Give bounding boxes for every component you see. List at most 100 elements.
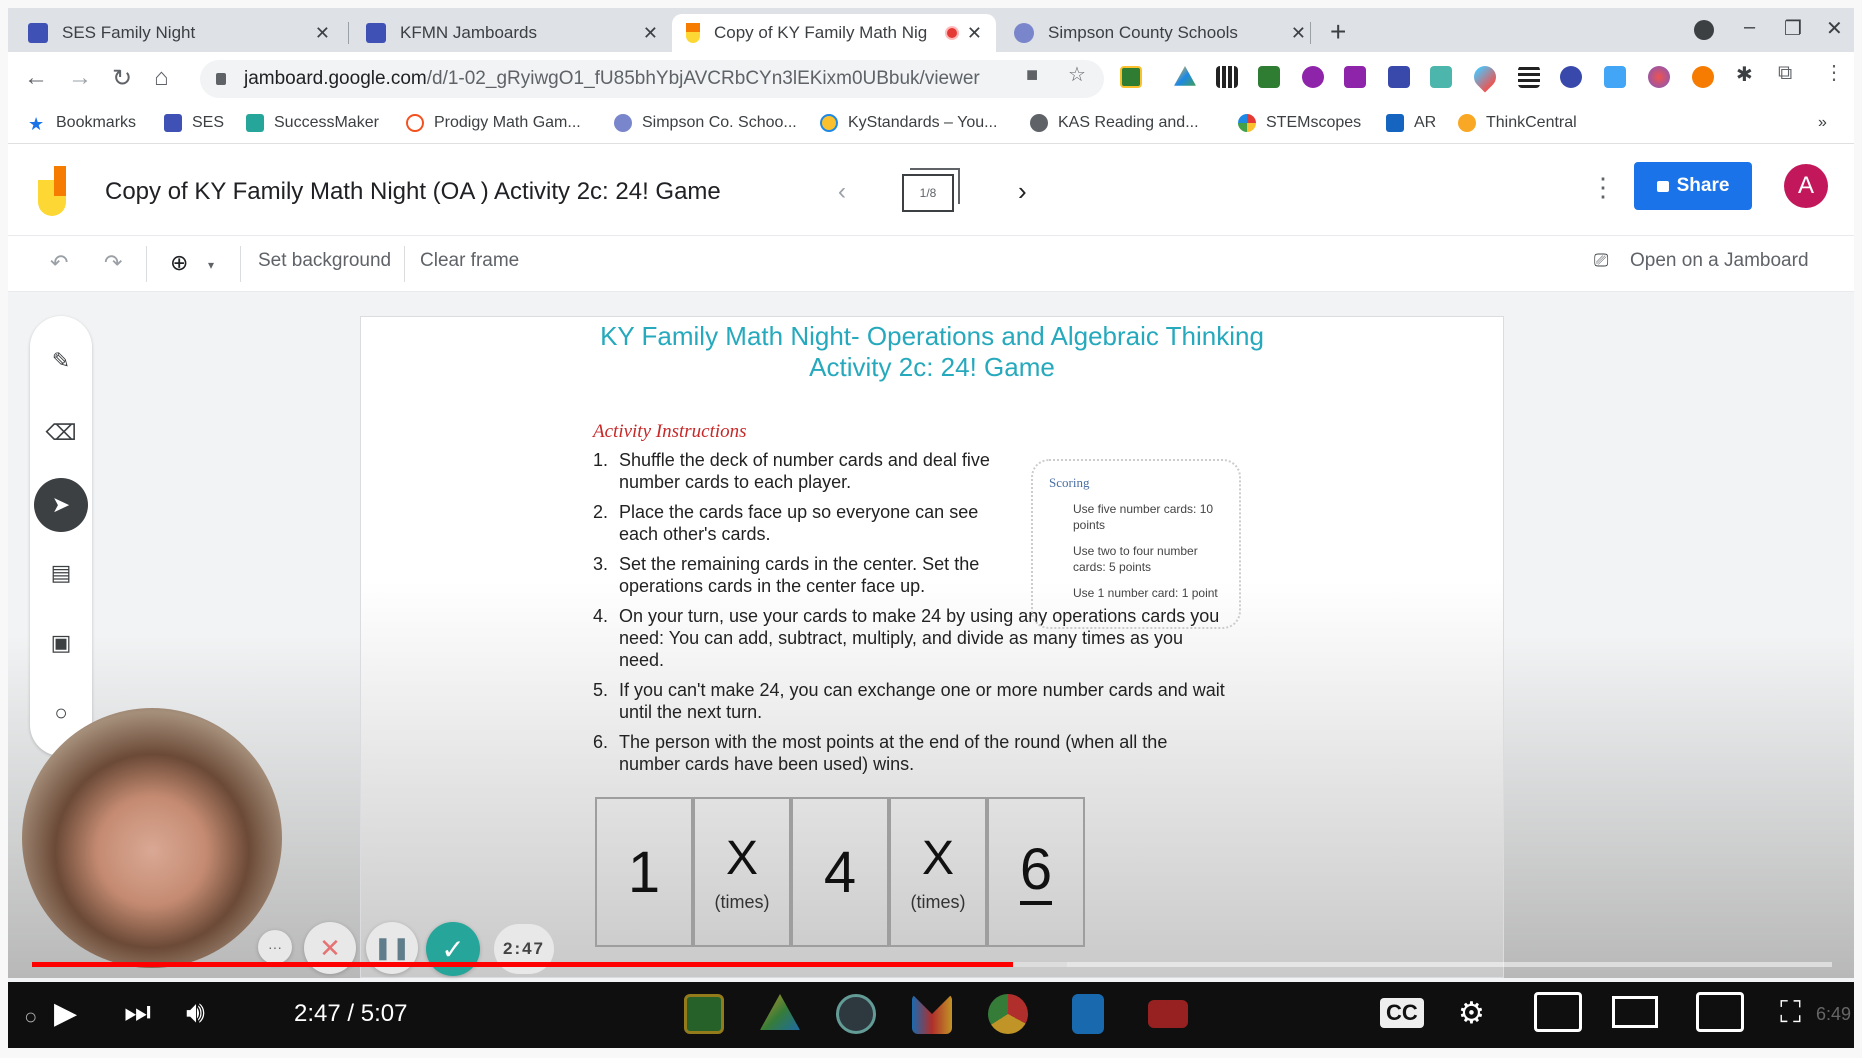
screen: SES Family Night ✕ KFMN Jamboards ✕ Copy… <box>8 8 1854 1048</box>
theater-mode-button[interactable] <box>1612 996 1658 1028</box>
bitmoji-extension-icon[interactable] <box>1302 66 1324 88</box>
bookmark-item[interactable]: ★ Bookmarks <box>28 114 136 134</box>
gmail-app-icon[interactable] <box>912 994 952 1034</box>
bookmark-star-icon[interactable]: ☆ <box>1068 62 1086 87</box>
undo-icon[interactable]: ↶ <box>50 250 68 276</box>
miniplayer-button[interactable] <box>1534 992 1582 1032</box>
webcam-bubble[interactable] <box>22 708 282 968</box>
close-icon[interactable]: ✕ <box>643 23 658 44</box>
burst-extension-icon[interactable] <box>1648 66 1670 88</box>
bookmark-item[interactable]: ThinkCentral <box>1458 114 1577 132</box>
resize-extension-icon[interactable] <box>1604 66 1626 88</box>
bookmark-item[interactable]: SuccessMaker <box>246 114 379 132</box>
screencastify-extension-icon[interactable] <box>1344 66 1366 88</box>
captions-button[interactable]: CC <box>1380 998 1424 1028</box>
bookmark-item[interactable]: STEMscopes <box>1238 114 1361 132</box>
jamboard-canvas: ✎ ⌫ ➤ ▤ ▣ ○ KY Family Math Night- Operat… <box>8 292 1854 978</box>
mote-extension-icon[interactable] <box>1430 66 1452 88</box>
volume-icon[interactable]: 🔊︎ <box>186 996 205 1030</box>
account-avatar[interactable]: A <box>1784 164 1828 208</box>
new-tab-button[interactable]: + <box>1330 16 1346 48</box>
google-classroom-extension-icon[interactable] <box>1120 66 1142 88</box>
previous-frame-button[interactable]: ‹ <box>838 178 846 206</box>
grid-extension-icon[interactable] <box>1518 66 1540 88</box>
next-frame-button[interactable]: › <box>1018 176 1027 207</box>
prodigy-icon <box>406 114 424 132</box>
select-tool-icon[interactable]: ➤ <box>34 478 88 532</box>
c-extension-icon[interactable] <box>1388 66 1410 88</box>
close-icon[interactable]: ✕ <box>315 23 330 44</box>
camera-icon[interactable]: ■ <box>1026 64 1038 87</box>
schoology-app-icon[interactable] <box>836 994 876 1034</box>
redo-icon[interactable]: ↷ <box>104 250 122 276</box>
plus-extension-icon[interactable] <box>1692 66 1714 88</box>
extensions-puzzle-icon[interactable]: ✱ <box>1736 62 1753 87</box>
tab-divider <box>348 22 349 44</box>
open-on-jamboard-icon[interactable]: ⎚ <box>1594 250 1608 271</box>
close-icon[interactable]: ✕ <box>1291 23 1306 44</box>
google-sites-icon <box>164 114 182 132</box>
jam-frame[interactable]: KY Family Math Night- Operations and Alg… <box>360 316 1504 978</box>
zoom-dropdown-icon[interactable]: ▾ <box>208 258 214 272</box>
cast-icon[interactable]: ⧉ <box>1778 62 1792 85</box>
bookmarks-overflow-button[interactable]: » <box>1818 114 1827 132</box>
clear-frame-button[interactable]: Clear frame <box>420 250 519 272</box>
sticky-note-tool-icon[interactable]: ▤ <box>40 552 82 594</box>
tab-simpson-county-schools[interactable]: Simpson County Schools ✕ <box>1000 14 1320 52</box>
launcher-icon[interactable]: ○ <box>24 1004 37 1030</box>
bookmark-item[interactable]: Simpson Co. Schoo... <box>614 114 797 132</box>
more-options-icon[interactable]: ⋮ <box>1590 172 1616 203</box>
bookmark-item[interactable]: KAS Reading and... <box>1030 114 1199 132</box>
google-drive-extension-icon[interactable] <box>1174 66 1196 86</box>
address-bar[interactable]: jamboard.google.com/d/1-02_gRyiwgO1_fU85… <box>200 60 1104 98</box>
tab-jamboard-active[interactable]: Copy of KY Family Math Nig ✕ <box>672 14 996 52</box>
school-logo-icon <box>614 114 632 132</box>
open-on-jamboard-button[interactable]: Open on a Jamboard <box>1630 250 1809 272</box>
google-drive-app-icon[interactable] <box>760 994 800 1030</box>
google-classroom-app-icon[interactable] <box>684 994 724 1034</box>
restore-button[interactable]: ❐ <box>1784 16 1802 41</box>
youtube-app-icon[interactable] <box>1148 1000 1188 1028</box>
tab-divider <box>1310 22 1311 44</box>
heart-extension-icon[interactable] <box>1469 61 1501 93</box>
number-card: 1 <box>595 797 693 947</box>
forward-button[interactable]: → <box>68 64 92 92</box>
profile-menu-icon[interactable] <box>1694 20 1714 40</box>
back-button[interactable]: ← <box>24 64 48 92</box>
google-docs-app-icon[interactable] <box>1072 994 1104 1034</box>
close-window-button[interactable]: ✕ <box>1826 16 1843 41</box>
minimize-button[interactable]: ‒ <box>1744 16 1755 39</box>
image-tool-icon[interactable]: ▣ <box>40 622 82 664</box>
play-button[interactable]: ▶ <box>54 996 77 1031</box>
frame-title-line2: Activity 2c: 24! Game <box>809 352 1055 382</box>
bookmark-item[interactable]: SES <box>164 114 224 132</box>
tab-ses-family-night[interactable]: SES Family Night ✕ <box>14 14 344 52</box>
cast-icon[interactable] <box>1696 992 1744 1032</box>
chrome-app-icon[interactable] <box>988 994 1028 1034</box>
recorder-more-button[interactable]: ··· <box>258 930 292 964</box>
home-button[interactable]: ⌂ <box>154 64 169 92</box>
reload-button[interactable]: ↻ <box>112 64 132 93</box>
document-title[interactable]: Copy of KY Family Math Night (OA ) Activ… <box>105 178 721 206</box>
set-background-button[interactable]: Set background <box>258 250 391 272</box>
recorder-finish-button[interactable]: ✓ <box>426 922 480 976</box>
shape-tool-icon[interactable]: ○ <box>40 692 82 734</box>
chrome-menu-icon[interactable]: ⋮ <box>1824 60 1844 85</box>
pen-tool-icon[interactable]: ✎ <box>40 340 82 382</box>
zoom-icon[interactable]: ⊕ <box>170 250 188 276</box>
eraser-tool-icon[interactable]: ⌫ <box>40 412 82 454</box>
kami-extension-icon[interactable] <box>1560 66 1582 88</box>
close-icon[interactable]: ✕ <box>967 23 982 44</box>
next-video-button[interactable]: ⏭ <box>124 996 151 1030</box>
bookmark-item[interactable]: Prodigy Math Gam... <box>406 114 581 132</box>
bookmark-item[interactable]: KyStandards – You... <box>820 114 997 132</box>
fullscreen-button[interactable]: ⛶ <box>1780 996 1801 1030</box>
cast-extension-icon[interactable] <box>1258 66 1280 88</box>
settings-gear-icon[interactable]: ⚙ <box>1458 996 1485 1031</box>
frame-bar-toggle[interactable]: 1/8 <box>902 168 960 212</box>
video-progress-bar[interactable] <box>32 962 1832 967</box>
qr-code-extension-icon[interactable] <box>1216 66 1238 88</box>
share-button[interactable]: Share <box>1634 162 1752 210</box>
bookmark-item[interactable]: AR <box>1386 114 1436 132</box>
tab-kfmn-jamboards[interactable]: KFMN Jamboards ✕ <box>352 14 672 52</box>
